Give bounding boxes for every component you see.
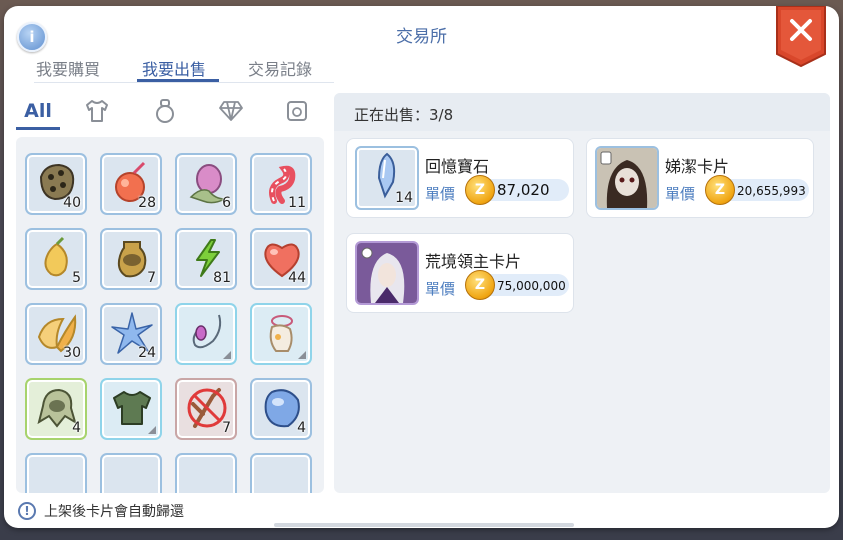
selling-header: 正在出售：3/8	[334, 93, 830, 131]
inventory-slot[interactable]	[250, 453, 312, 493]
horizontal-scrollbar[interactable]	[274, 523, 574, 527]
necklace-icon	[192, 314, 222, 349]
inventory-slot[interactable]	[25, 453, 87, 493]
active-tab-indicator	[137, 79, 219, 82]
tab-bar: 我要購買 我要出售 交易記錄	[34, 52, 334, 83]
listing-card[interactable]: 荒境領主卡片 單價 Z 75,000,000	[346, 233, 574, 313]
equipment-corner-marker	[223, 351, 231, 359]
listing-price: 75,000,000	[497, 279, 566, 293]
item-quantity: 7	[147, 270, 156, 286]
inventory-slot[interactable]: 7	[175, 378, 237, 440]
inventory-slot[interactable]: 11	[250, 153, 312, 215]
item-quantity: 28	[138, 195, 156, 211]
footer-note: ! 上架後卡片會自動歸還	[18, 500, 184, 522]
item-quantity: 14	[395, 190, 413, 206]
inventory-slot[interactable]: 28	[100, 153, 162, 215]
item-quantity: 40	[63, 195, 81, 211]
inventory-slot[interactable]: 5	[25, 228, 87, 290]
inventory-slot[interactable]	[250, 303, 312, 365]
listing-name: 娣潔卡片	[665, 157, 730, 176]
inventory-slot[interactable]	[175, 453, 237, 493]
exclamation-icon: !	[18, 502, 36, 520]
inventory-slot[interactable]: 40	[25, 153, 87, 215]
inventory-slot[interactable]: 30	[25, 303, 87, 365]
memory-gem-icon: 14	[355, 146, 419, 210]
cat-costume-icon	[269, 315, 293, 352]
inventory-slot[interactable]: 81	[175, 228, 237, 290]
item-quantity: 7	[222, 420, 231, 436]
footer-note-text: 上架後卡片會自動歸還	[44, 504, 184, 520]
inventory-slot[interactable]: 6	[175, 153, 237, 215]
listing-name: 荒境領主卡片	[425, 252, 522, 271]
tab-buy[interactable]: 我要購買	[36, 56, 100, 80]
listing-price: 87,020	[497, 181, 550, 199]
shirt-icon[interactable]	[82, 96, 112, 126]
green-shirt-icon	[113, 391, 151, 425]
listing-name: 回憶寶石	[425, 157, 490, 176]
wasteland-lord-card-icon	[355, 241, 419, 305]
inventory-slot[interactable]: 4	[25, 378, 87, 440]
listing-card[interactable]: 14 回憶寶石 單價 Z 87,020	[346, 138, 574, 218]
inventory-slot[interactable]: 4	[250, 378, 312, 440]
equipment-corner-marker	[298, 351, 306, 359]
close-icon[interactable]	[775, 6, 827, 68]
ghost-girl-card-icon	[595, 146, 659, 210]
item-quantity: 11	[288, 195, 306, 211]
card-icon[interactable]	[282, 96, 312, 126]
zeny-coin-icon: Z	[705, 175, 735, 205]
inventory-slot[interactable]: 44	[250, 228, 312, 290]
tab-sell[interactable]: 我要出售	[142, 56, 206, 80]
item-quantity: 4	[72, 420, 81, 436]
category-filters: All	[14, 96, 324, 130]
inventory-slot[interactable]: 7	[100, 228, 162, 290]
unit-price-label: 單價	[425, 280, 456, 298]
inventory-slot[interactable]	[100, 453, 162, 493]
item-quantity: 81	[213, 270, 231, 286]
item-quantity: 6	[222, 195, 231, 211]
exchange-window: i 交易所 我要購買 我要出售 交易記錄 All 40 28 6 11 5 7 …	[4, 6, 839, 528]
listing-price: 20,655,993	[737, 184, 806, 198]
inventory-grid: 40 28 6 11 5 7 81 44 30 24 4 7 4	[16, 137, 324, 493]
item-quantity: 5	[72, 270, 81, 286]
item-quantity: 44	[288, 270, 306, 286]
filter-all[interactable]: All	[20, 96, 56, 126]
selling-panel: 正在出售：3/8 14 回憶寶石 單價 Z 87,020 娣潔卡片 單價 Z 2…	[334, 93, 830, 493]
tab-history[interactable]: 交易記錄	[248, 56, 312, 80]
window-title: 交易所	[396, 27, 447, 47]
filter-all-indicator	[16, 127, 60, 130]
inventory-slot[interactable]: 24	[100, 303, 162, 365]
item-quantity: 4	[297, 420, 306, 436]
zeny-coin-icon: Z	[465, 270, 495, 300]
unit-price-label: 單價	[425, 185, 456, 203]
inventory-slot[interactable]	[100, 378, 162, 440]
item-quantity: 30	[63, 345, 81, 361]
unit-price-label: 單價	[665, 185, 696, 203]
potion-icon[interactable]	[150, 96, 180, 126]
listing-card[interactable]: 娣潔卡片 單價 Z 20,655,993	[586, 138, 814, 218]
selling-count: 正在出售：3/8	[354, 106, 454, 124]
gem-icon[interactable]	[216, 96, 246, 126]
zeny-coin-icon: Z	[465, 175, 495, 205]
inventory-slot[interactable]	[175, 303, 237, 365]
item-quantity: 24	[138, 345, 156, 361]
equipment-corner-marker	[148, 426, 156, 434]
